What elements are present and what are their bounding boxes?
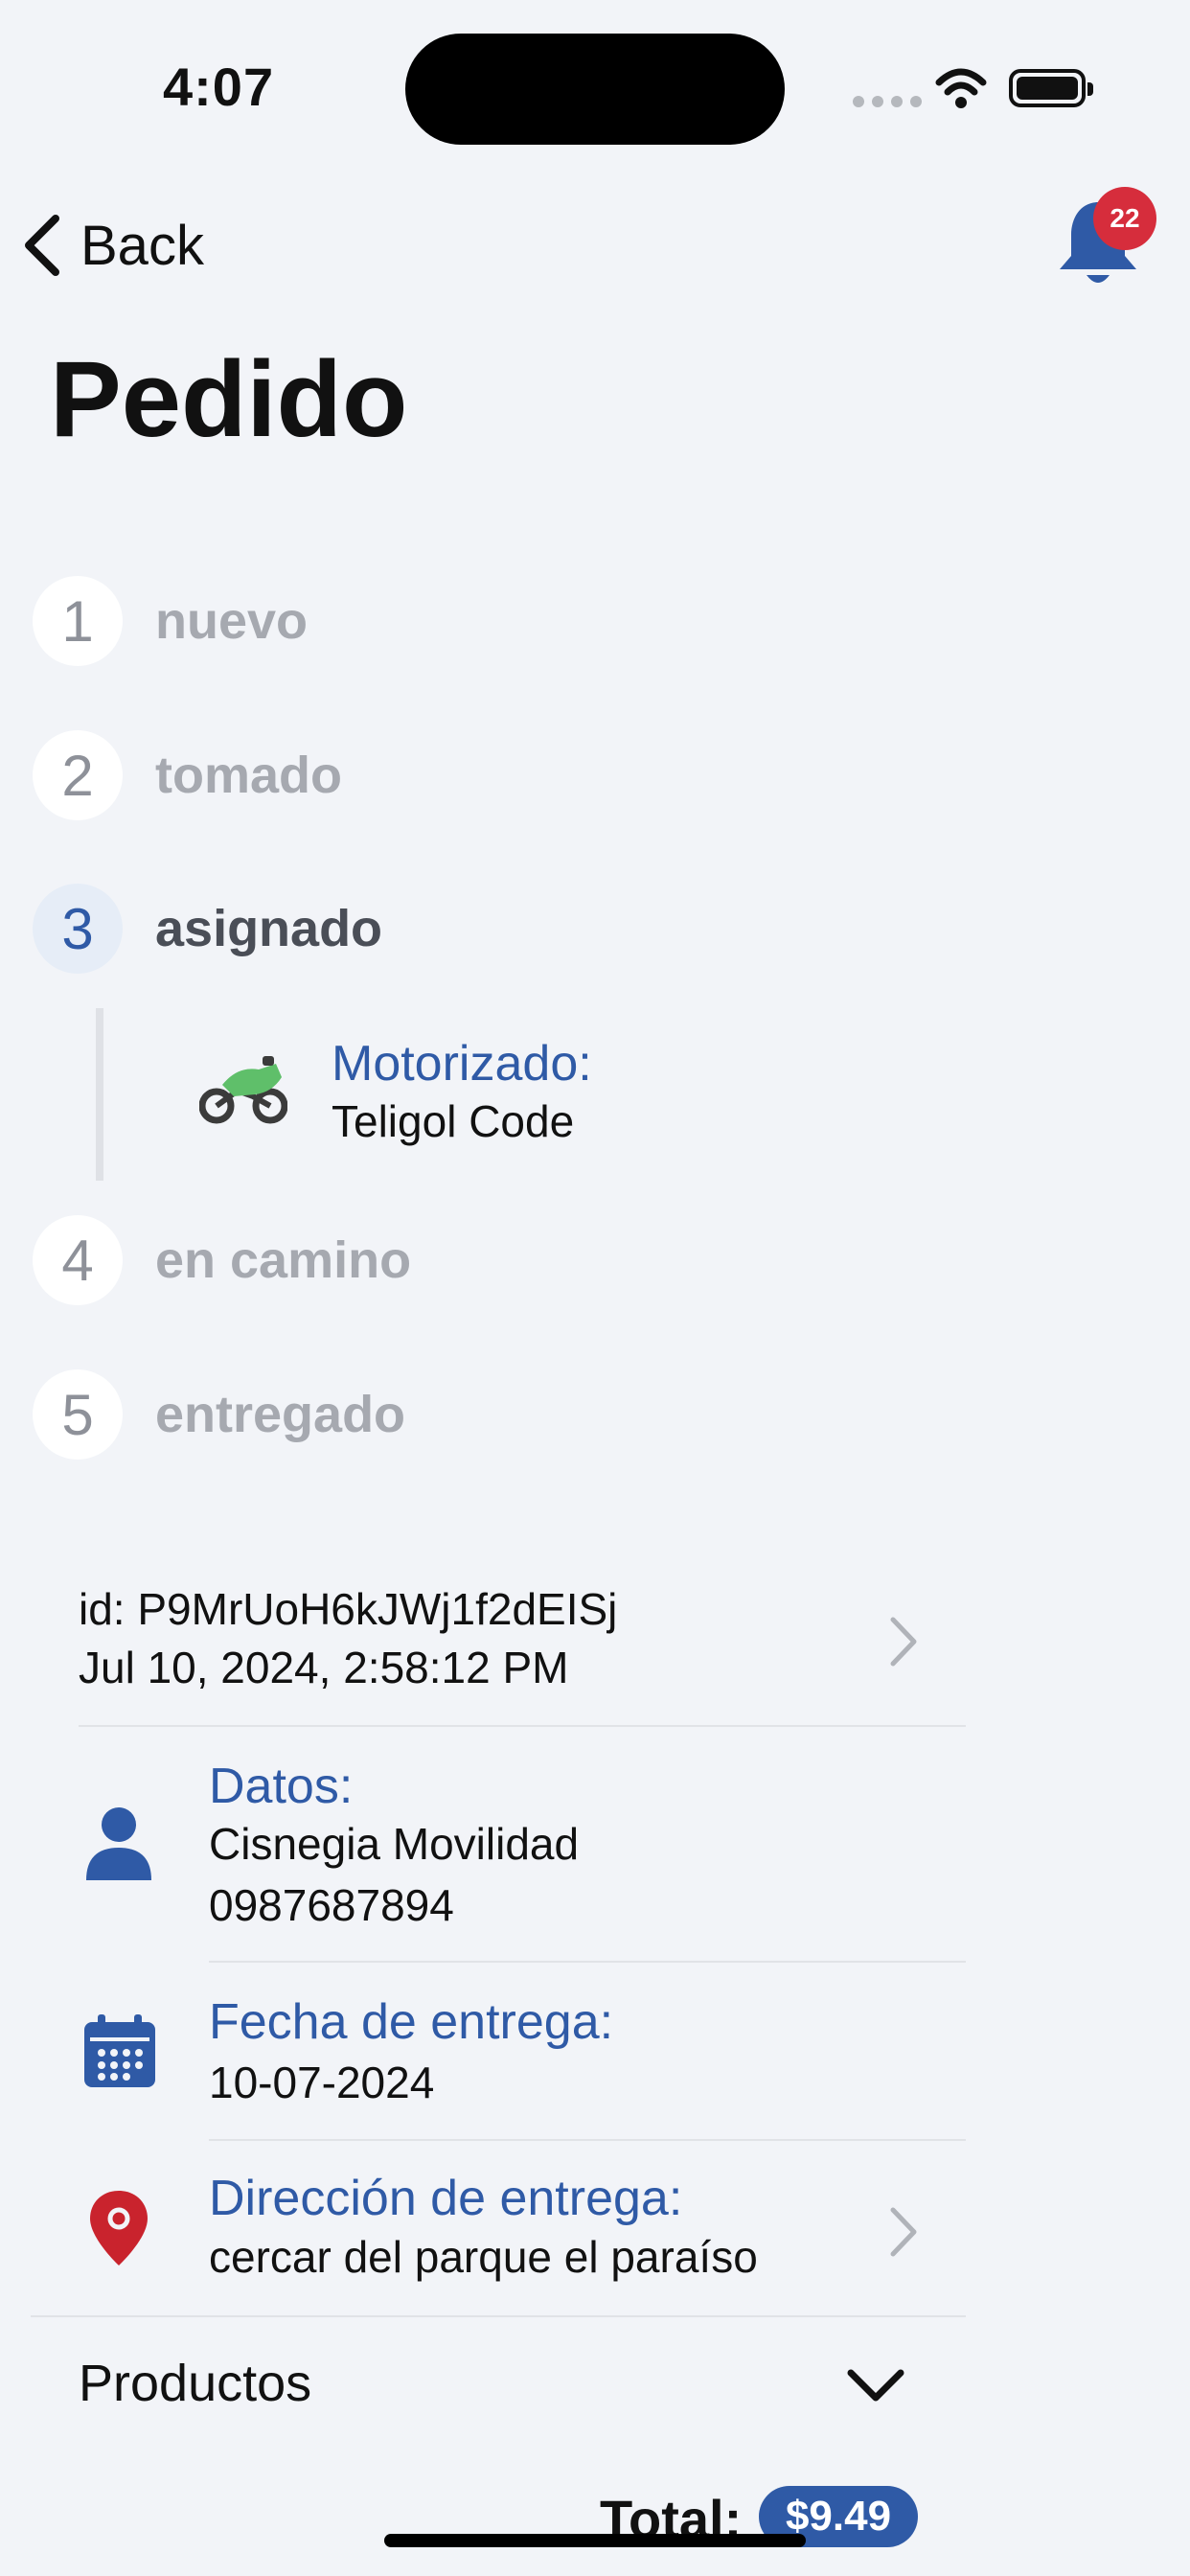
- back-label: Back: [80, 214, 204, 277]
- location-pin-icon: [90, 2191, 148, 2266]
- divider: [79, 1725, 966, 1727]
- calendar-icon: [84, 2014, 155, 2087]
- back-button[interactable]: Back: [21, 211, 204, 280]
- battery-icon: [1009, 69, 1093, 107]
- status-time: 4:07: [163, 57, 275, 117]
- order-id: id: P9MrUoH6kJWj1f2dEISj: [79, 1584, 618, 1634]
- courier-title: Motorizado:: [332, 1036, 592, 1092]
- courier-name: Teligol Code: [332, 1096, 575, 1146]
- divider: [209, 2139, 966, 2141]
- home-indicator: [384, 2534, 806, 2547]
- divider: [31, 2315, 966, 2317]
- chevron-left-icon: [25, 215, 59, 276]
- notification-badge: 22: [1093, 187, 1156, 250]
- page-title: Pedido: [50, 339, 408, 459]
- step-label: tomado: [155, 747, 342, 804]
- order-id-row[interactable]: id: P9MrUoH6kJWj1f2dEISj Jul 10, 2024, 2…: [0, 1572, 968, 1715]
- step-number: 3: [33, 884, 123, 974]
- dynamic-island: [405, 34, 785, 145]
- step-item: 2 tomado: [33, 730, 342, 820]
- chevron-right-icon: [890, 2207, 917, 2257]
- delivery-address-title: Dirección de entrega:: [209, 2171, 683, 2226]
- step-number: 1: [33, 576, 123, 666]
- step-item: 1 nuevo: [33, 576, 308, 666]
- products-toggle[interactable]: Productos: [0, 2319, 968, 2444]
- step-item-active: 3 asignado: [33, 884, 382, 974]
- chevron-right-icon: [890, 1617, 917, 1667]
- delivery-date-value: 10-07-2024: [209, 2058, 435, 2107]
- delivery-address-value: cercar del parque el paraíso: [209, 2232, 758, 2282]
- step-number: 2: [33, 730, 123, 820]
- delivery-address-row[interactable]: Dirección de entrega: cercar del parque …: [0, 2147, 968, 2310]
- customer-name: Cisnegia Movilidad: [209, 1819, 580, 1869]
- customer-title: Datos:: [209, 1759, 354, 1814]
- delivery-date-title: Fecha de entrega:: [209, 1994, 614, 2050]
- step-timeline-line: [96, 1008, 103, 1181]
- cellular-signal-icon: [853, 96, 922, 107]
- person-icon: [86, 1807, 151, 1880]
- step-number: 5: [33, 1369, 123, 1460]
- step-number: 4: [33, 1215, 123, 1305]
- step-item: 4 en camino: [33, 1215, 411, 1305]
- customer-phone: 0987687894: [209, 1880, 454, 1930]
- chevron-down-icon: [847, 2369, 904, 2402]
- divider: [209, 1961, 966, 1963]
- step-item: 5 entregado: [33, 1369, 405, 1460]
- order-datetime: Jul 10, 2024, 2:58:12 PM: [79, 1643, 569, 1692]
- step-label: asignado: [155, 900, 383, 957]
- products-label: Productos: [79, 2355, 312, 2412]
- motorcycle-icon: [199, 1056, 287, 1124]
- wifi-icon: [935, 68, 987, 108]
- step-label: en camino: [155, 1231, 412, 1289]
- step-label: entregado: [155, 1386, 406, 1443]
- step-label: nuevo: [155, 592, 309, 650]
